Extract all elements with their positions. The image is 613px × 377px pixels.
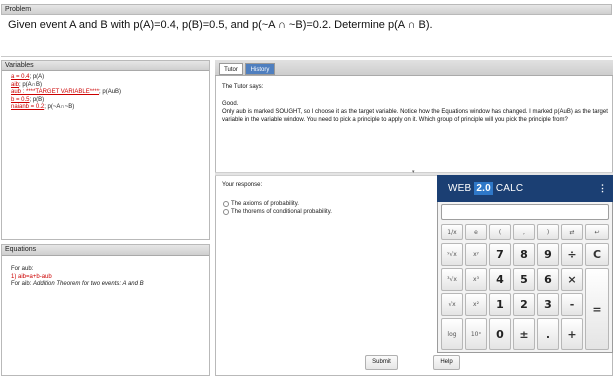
- key-7[interactable]: 7: [489, 243, 511, 266]
- key-square-root[interactable]: √x: [441, 293, 463, 316]
- key-close-paren[interactable]: ): [537, 224, 559, 240]
- key-cube[interactable]: x³: [465, 268, 487, 291]
- splitter-grip-icon[interactable]: ▾: [412, 169, 415, 175]
- tutor-says-label: The Tutor says:: [222, 84, 264, 90]
- tutor-instruction: Only aub is marked SOUGHT, so I choose i…: [222, 109, 608, 124]
- tutor-feedback: Good.: [222, 101, 239, 107]
- key-3[interactable]: 3: [537, 293, 559, 316]
- option-label: The axioms of probability.: [231, 201, 299, 207]
- variable-desc: ; p(A): [29, 74, 45, 80]
- key-e[interactable]: e: [465, 224, 487, 240]
- equations-header: Equations: [2, 245, 209, 256]
- variable-desc: ; p(AuB): [99, 89, 122, 96]
- key-0[interactable]: 0: [489, 318, 511, 350]
- key-5[interactable]: 5: [513, 268, 535, 291]
- equation-note: For aib: Addition Theorem for two events…: [11, 281, 209, 289]
- equation-note-principle: Addition Theorem for two events: A and B: [33, 281, 144, 288]
- key-equals[interactable]: =: [585, 268, 609, 350]
- equations-panel: Equations For aub: 1) aib=a+b-aub For ai…: [1, 244, 210, 376]
- option-label: The thorems of conditional probability.: [231, 209, 332, 215]
- key-plus-minus[interactable]: ±: [513, 318, 535, 350]
- key-reciprocal[interactable]: 1/x: [441, 224, 463, 240]
- key-9[interactable]: 9: [537, 243, 559, 266]
- help-button[interactable]: Help: [433, 355, 460, 370]
- variable-item: naianb = 0.2; p(~A∩~B): [11, 104, 209, 112]
- key-open-paren[interactable]: (: [489, 224, 511, 240]
- variable-item: aub : ****TARGET VARIABLE****; p(AuB): [11, 89, 209, 97]
- problem-statement: Given event A and B with p(A)=0.4, p(B)=…: [8, 19, 433, 31]
- tab-bar: Tutor History: [215, 60, 613, 76]
- key-1[interactable]: 1: [489, 293, 511, 316]
- key-power[interactable]: xʸ: [465, 243, 487, 266]
- key-cube-root[interactable]: ³√x: [441, 268, 463, 291]
- variable-desc: ; p(A∩B): [19, 81, 42, 88]
- problem-header: Problem: [1, 4, 612, 15]
- tab-history[interactable]: History: [245, 63, 275, 75]
- variables-list: a = 0.4; p(A) aib; p(A∩B) aub : ****TARG…: [2, 71, 209, 112]
- calculator-display[interactable]: [441, 204, 609, 220]
- equation-for-line: For aub:: [11, 266, 34, 272]
- variable-link-a[interactable]: a = 0.4: [11, 74, 30, 80]
- tutor-message: Good. Only aub is marked SOUGHT, so I ch…: [222, 100, 608, 125]
- calculator-version-badge: 2.0: [474, 182, 493, 195]
- tab-tutor[interactable]: Tutor: [219, 63, 243, 75]
- variable-link-aub[interactable]: aub : ****TARGET VARIABLE****: [11, 89, 99, 95]
- response-option[interactable]: The axioms of probability.: [223, 201, 299, 207]
- key-square[interactable]: x²: [465, 293, 487, 316]
- key-comma[interactable]: ,: [513, 224, 535, 240]
- submit-button[interactable]: Submit: [365, 355, 398, 370]
- radio-button[interactable]: [223, 201, 229, 207]
- variable-item: b = 0.5; p(B): [11, 97, 209, 105]
- calculator-title: WEB 2.0 CALC: [448, 182, 524, 195]
- swap-icon[interactable]: ⇄: [561, 224, 583, 240]
- key-decimal[interactable]: .: [537, 318, 559, 350]
- key-8[interactable]: 8: [513, 243, 535, 266]
- key-clear[interactable]: C: [585, 243, 609, 266]
- key-log[interactable]: log: [441, 318, 463, 350]
- variable-link-naianb[interactable]: naianb = 0.2: [11, 104, 44, 110]
- variable-link-b[interactable]: b = 0.5: [11, 97, 30, 103]
- key-4[interactable]: 4: [489, 268, 511, 291]
- calculator-brand: WEB: [448, 183, 472, 194]
- key-yth-root[interactable]: ʸ√x: [441, 243, 463, 266]
- variable-desc: ; p(B): [29, 96, 45, 103]
- response-option[interactable]: The thorems of conditional probability.: [223, 209, 332, 215]
- radio-button[interactable]: [223, 209, 229, 215]
- key-ten-power[interactable]: 10ˣ: [465, 318, 487, 350]
- variable-link-aib[interactable]: aib: [11, 82, 19, 88]
- equation-item[interactable]: 1) aib=a+b-aub: [11, 274, 209, 282]
- variable-item: a = 0.4; p(A): [11, 74, 209, 82]
- response-label: Your response:: [222, 182, 263, 188]
- key-add[interactable]: +: [561, 318, 583, 350]
- variable-item: aib; p(A∩B): [11, 82, 209, 90]
- menu-icon[interactable]: ⋮: [598, 183, 607, 194]
- equation-note-prefix: For aib:: [11, 281, 34, 288]
- backspace-icon[interactable]: ↩: [585, 224, 609, 240]
- key-divide[interactable]: ÷: [561, 243, 583, 266]
- divider: [1, 56, 612, 57]
- equations-body: For aub: 1) aib=a+b-aub For aib: Additio…: [2, 256, 209, 289]
- key-subtract[interactable]: -: [561, 293, 583, 316]
- key-2[interactable]: 2: [513, 293, 535, 316]
- variables-header: Variables: [2, 61, 209, 71]
- variable-desc: ; p(~A∩~B): [44, 104, 75, 111]
- variables-panel: Variables a = 0.4; p(A) aib; p(A∩B) aub …: [1, 60, 210, 240]
- key-6[interactable]: 6: [537, 268, 559, 291]
- app-window: Problem Given event A and B with p(A)=0.…: [0, 0, 613, 377]
- calculator-name: CALC: [495, 183, 524, 194]
- key-multiply[interactable]: ×: [561, 268, 583, 291]
